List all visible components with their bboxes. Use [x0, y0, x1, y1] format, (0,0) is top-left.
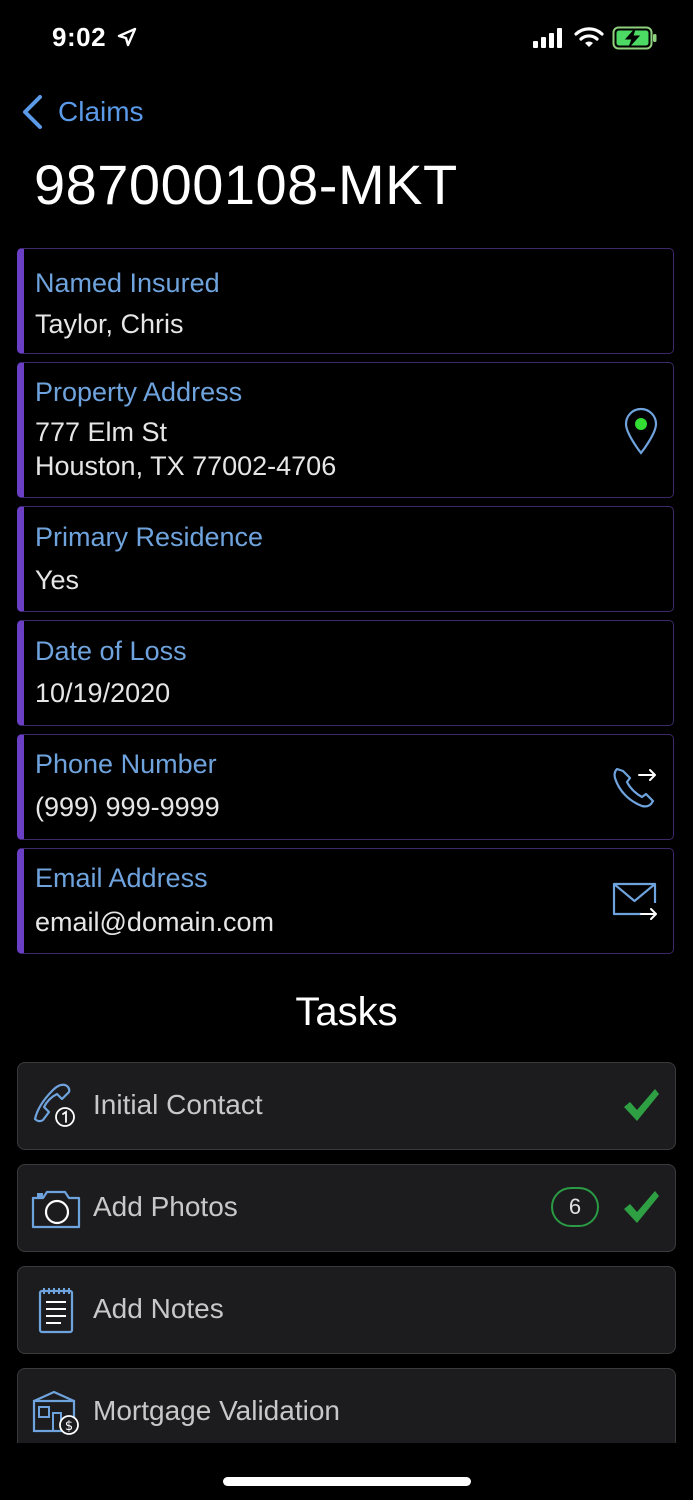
checkmark-icon	[624, 1089, 659, 1121]
field-property-address: Property Address 777 Elm St Houston, TX …	[17, 362, 674, 498]
notepad-icon	[38, 1288, 74, 1334]
field-email-address: Email Address email@domain.com	[17, 848, 674, 954]
battery-charging-icon	[612, 26, 657, 50]
field-value: 10/19/2020	[35, 678, 171, 708]
task-label: Mortgage Validation	[93, 1395, 340, 1426]
field-label: Date of Loss	[35, 636, 187, 666]
map-pin-icon[interactable]	[623, 407, 659, 455]
field-value: (999) 999-9999	[35, 792, 220, 822]
back-label: Claims	[58, 96, 144, 127]
field-value: Taylor, Chris	[35, 309, 184, 339]
status-bar: 9:02	[0, 0, 693, 76]
phone-forward-icon[interactable]	[611, 763, 659, 811]
field-label: Primary Residence	[35, 522, 264, 552]
task-label: Add Notes	[93, 1293, 224, 1324]
house-dollar-icon: $	[32, 1390, 79, 1435]
task-add-notes[interactable]: Add Notes	[17, 1266, 676, 1354]
bottom-safe-area	[0, 1443, 693, 1500]
photo-count-badge: 6	[551, 1187, 599, 1227]
cellular-signal-icon	[533, 28, 562, 48]
field-date-of-loss: Date of Loss 10/19/2020	[17, 620, 674, 726]
wifi-icon	[574, 27, 604, 47]
chevron-left-icon	[23, 95, 42, 129]
field-label: Phone Number	[35, 749, 217, 779]
field-label: Email Address	[35, 863, 208, 893]
field-value: email@domain.com	[35, 907, 274, 937]
task-label: Initial Contact	[93, 1089, 263, 1120]
task-label: Add Photos	[93, 1191, 238, 1222]
camera-icon	[31, 1190, 81, 1229]
field-value: Yes	[35, 565, 80, 595]
task-add-photos[interactable]: Add Photos 6	[17, 1164, 676, 1252]
field-label: Property Address	[35, 377, 243, 407]
status-time: 9:02	[52, 22, 107, 52]
back-button[interactable]: Claims	[20, 92, 144, 132]
field-label: Named Insured	[35, 268, 220, 298]
field-primary-residence: Primary Residence Yes	[17, 506, 674, 612]
location-arrow-icon	[117, 27, 137, 47]
field-named-insured: Named Insured Taylor, Chris	[17, 248, 674, 354]
home-indicator[interactable]	[223, 1477, 471, 1486]
checkmark-icon	[624, 1191, 659, 1223]
task-initial-contact[interactable]: Initial Contact	[17, 1062, 676, 1150]
address-line-2: Houston, TX 77002-4706	[35, 451, 337, 481]
address-line-1: 777 Elm St	[35, 417, 168, 447]
mail-forward-icon[interactable]	[611, 881, 659, 923]
page-title: 987000108-MKT	[34, 153, 458, 216]
phone-task-icon	[33, 1083, 75, 1127]
tasks-heading: Tasks	[295, 990, 398, 1034]
svg-text:$: $	[65, 1419, 73, 1434]
field-phone-number: Phone Number (999) 999-9999	[17, 734, 674, 840]
